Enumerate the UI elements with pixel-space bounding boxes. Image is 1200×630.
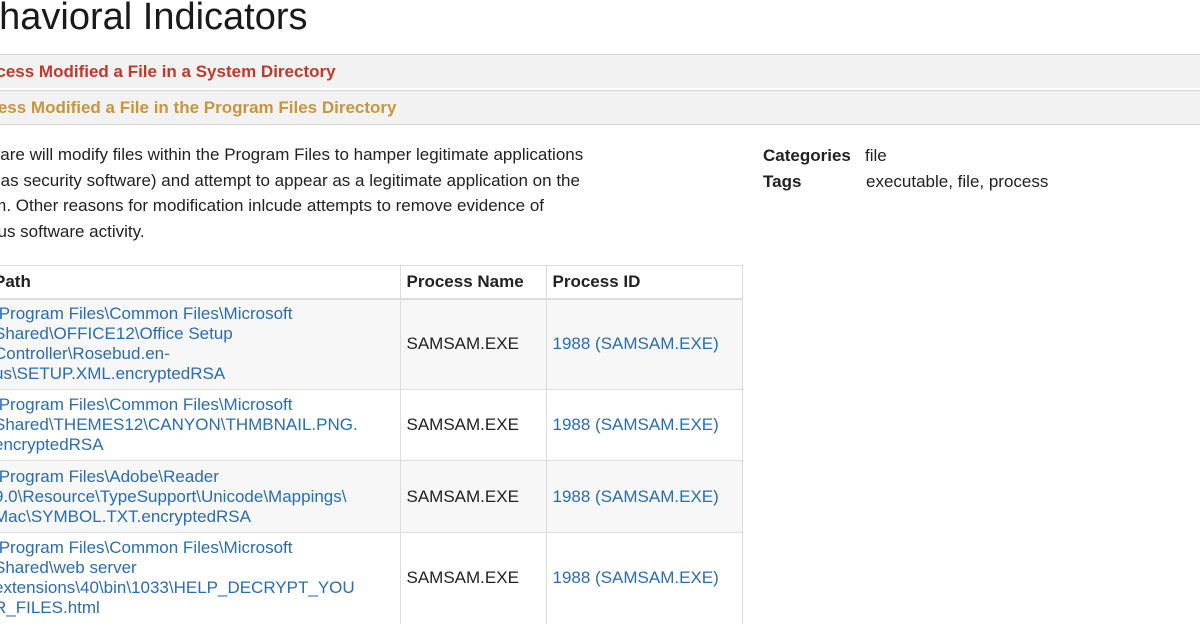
indicator-label: ocess Modified a File in a System Direct… xyxy=(0,62,336,81)
description-line: icious software activity. xyxy=(0,221,145,241)
process-id-cell: 1988 (SAMSAM.EXE) xyxy=(546,460,743,533)
section-title: ehavioral Indicators xyxy=(0,0,308,38)
path-line: Shared\THEMES12\CANYON\THMBNAIL.PNG. xyxy=(0,415,358,434)
description-line: ware will modify files within the Progra… xyxy=(0,145,584,164)
path-line: Controller\Rosebud.en- xyxy=(0,344,170,364)
path-line: \Program Files\Adobe\Reader xyxy=(0,466,219,486)
indicator-system-directory[interactable]: ocess Modified a File in a System Direct… xyxy=(0,54,1200,88)
indicator-program-files-directory[interactable]: ocess Modified a File in the Program Fil… xyxy=(0,90,1200,125)
process-id-cell: 1988 (SAMSAM.EXE) xyxy=(546,389,743,461)
table-row: \Program Files\Common Files\Microsoft Sh… xyxy=(0,532,743,624)
categories-value: file xyxy=(865,146,887,165)
indicator-label: ocess Modified a File in the Program Fil… xyxy=(0,98,397,117)
table-header-row: Path Process Name Process ID xyxy=(0,265,743,300)
tags-label: Tags xyxy=(763,172,802,191)
path-line: Shared\OFFICE12\Office Setup xyxy=(0,324,233,344)
table-row: \Program Files\Adobe\Reader 9.0\Resource… xyxy=(0,460,743,533)
tags-row: Tags executable, file, process xyxy=(763,169,1048,195)
column-header-process-name: Process Name xyxy=(400,265,547,300)
path-line: \Program Files\Common Files\Microsoft xyxy=(0,304,293,324)
indicator-meta: Categories file Tags executable, file, p… xyxy=(763,143,1048,195)
categories-row: Categories file xyxy=(763,143,887,169)
description-line: ch as security software) and attempt to … xyxy=(0,170,580,190)
page: ehavioral Indicators ocess Modified a Fi… xyxy=(0,0,1200,630)
tags-value: executable, file, process xyxy=(866,172,1049,191)
path-line: us\SETUP.XML.encryptedRSA xyxy=(0,364,226,384)
path-cell: \Program Files\Adobe\Reader 9.0\Resource… xyxy=(0,460,401,533)
process-name-cell: SAMSAM.EXE xyxy=(400,389,547,461)
table-row: \Program Files\Common Files\Microsoft Sh… xyxy=(0,298,743,390)
path-line: Shared\web server xyxy=(0,558,137,578)
column-header-path: Path xyxy=(0,265,401,300)
process-id-link[interactable]: 1988 (SAMSAM.EXE) xyxy=(553,334,719,353)
table-row: \Program Files\Common Files\Microsoft Sh… xyxy=(0,389,743,461)
indicator-description: ware will modify files within the Progra… xyxy=(0,142,688,244)
process-name-cell: SAMSAM.EXE xyxy=(400,532,547,624)
process-name-cell: SAMSAM.EXE xyxy=(400,460,547,533)
path-link[interactable]: \Program Files\Common Files\Microsoft Sh… xyxy=(0,538,394,618)
path-line: 9.0\Resource\TypeSupport\Unicode\Mapping… xyxy=(0,486,347,506)
path-line: encryptedRSA xyxy=(0,435,104,454)
process-id-link[interactable]: 1988 (SAMSAM.EXE) xyxy=(553,415,719,434)
path-cell: \Program Files\Common Files\Microsoft Sh… xyxy=(0,389,401,461)
path-link[interactable]: \Program Files\Common Files\Microsoft Sh… xyxy=(0,395,394,455)
process-name-cell: SAMSAM.EXE xyxy=(400,298,547,390)
path-cell: \Program Files\Common Files\Microsoft Sh… xyxy=(0,298,401,390)
path-link[interactable]: \Program Files\Adobe\Reader 9.0\Resource… xyxy=(0,467,394,527)
path-line: \Program Files\Common Files\Microsoft xyxy=(0,538,293,558)
path-line: R_FILES.html xyxy=(0,598,100,618)
column-header-process-id: Process ID xyxy=(546,265,743,300)
modified-files-table: Path Process Name Process ID \Program Fi… xyxy=(0,265,743,624)
path-line: \Program Files\Common Files\Microsoft xyxy=(0,395,293,414)
description-line: tem. Other reasons for modification inlc… xyxy=(0,196,544,215)
process-id-link[interactable]: 1988 (SAMSAM.EXE) xyxy=(553,568,719,587)
process-id-cell: 1988 (SAMSAM.EXE) xyxy=(546,298,743,390)
path-line: Mac\SYMBOL.TXT.encryptedRSA xyxy=(0,506,251,526)
path-line: extensions\40\bin\1033\HELP_DECRYPT_YOU xyxy=(0,578,355,598)
path-cell: \Program Files\Common Files\Microsoft Sh… xyxy=(0,532,401,624)
path-link[interactable]: \Program Files\Common Files\Microsoft Sh… xyxy=(0,304,394,384)
process-id-cell: 1988 (SAMSAM.EXE) xyxy=(546,532,743,624)
process-id-link[interactable]: 1988 (SAMSAM.EXE) xyxy=(553,487,719,506)
categories-label: Categories xyxy=(763,146,851,165)
